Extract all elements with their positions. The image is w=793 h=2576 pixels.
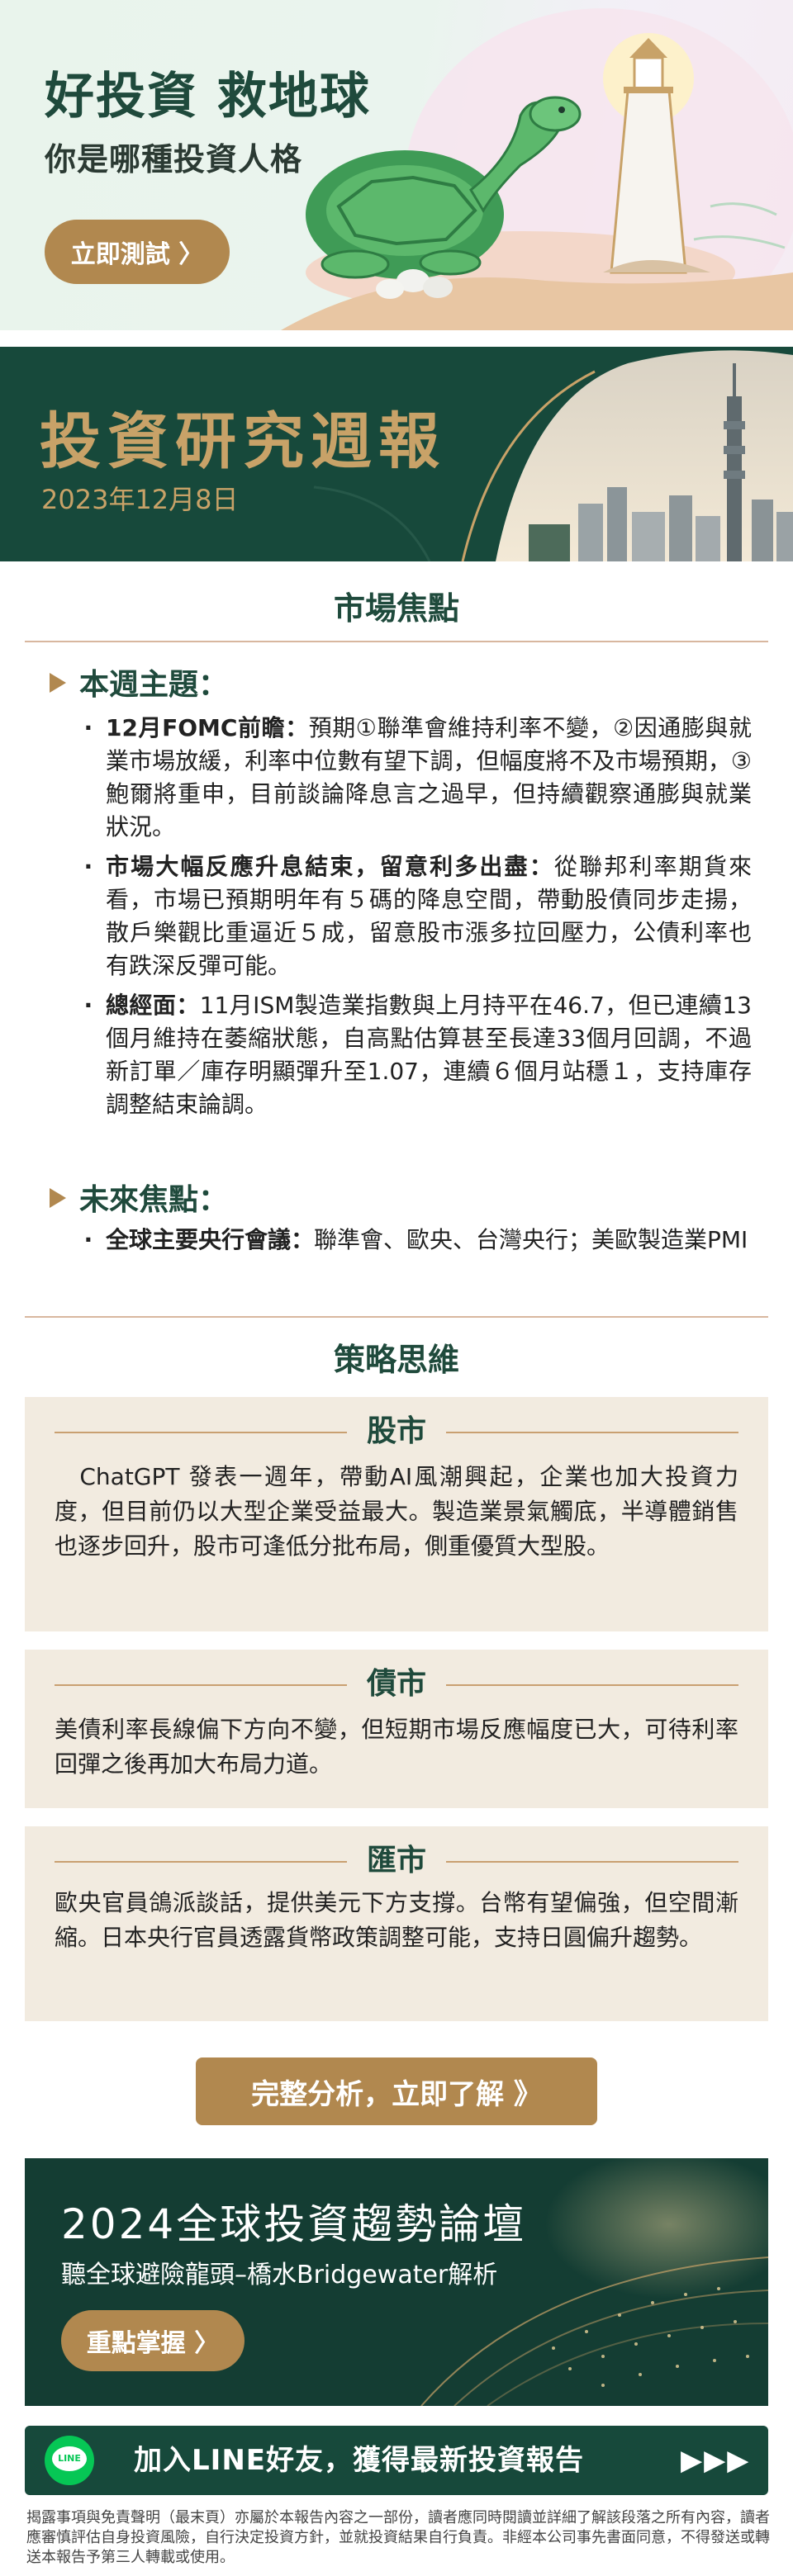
hero-title: 好投資 救地球	[45, 68, 371, 125]
box-title: 股市	[55, 1413, 738, 1450]
stock-market-box: 股市 ChatGPT 發表一週年，帶動AI風潮興起，企業也加大投資力度，但目前仍…	[25, 1397, 768, 1631]
hero-banner[interactable]: 好投資 救地球 你是哪種投資人格 立即測試 〉	[0, 0, 793, 330]
line-friend-bar[interactable]: LINE 加入LINE好友，獲得最新投資報告 ▶▶▶	[25, 2426, 768, 2495]
box-title: 債市	[55, 1666, 738, 1702]
divider	[25, 1316, 768, 1318]
this-week-topic-heading: 本週主題：	[50, 661, 228, 703]
line-bar-text: 加入LINE好友，獲得最新投資報告	[134, 2444, 584, 2477]
turtle-lighthouse-illustration	[281, 8, 793, 330]
forum-banner[interactable]: 2024全球投資趨勢論壇 聽全球避險龍頭–橋水Bridgewater解析 重點掌…	[25, 2158, 768, 2406]
box-text: 美債利率長線偏下方向不變，但短期市場反應幅度已大，可待利率回彈之後再加大布局力道…	[55, 1716, 738, 1778]
report-date: 2023年12月8日	[41, 484, 239, 515]
list-item: 總經面：11月ISM製造業指數與上月持平在46.7，但已連續13個月維持在萎縮狀…	[83, 989, 752, 1121]
key-points-button[interactable]: 重點掌握 〉	[61, 2310, 245, 2371]
this-week-list: 12月FOMC前瞻：預期①聯準會維持利率不變，②因通膨與就業市場放緩，利率中位數…	[83, 712, 752, 1128]
forum-subtitle: 聽全球避險龍頭–橋水Bridgewater解析	[61, 2261, 498, 2290]
triple-arrow-icon: ▶▶▶	[681, 2444, 751, 2477]
bond-market-box: 債市 美債利率長線偏下方向不變，但短期市場反應幅度已大，可待利率回彈之後再加大布…	[25, 1650, 768, 1808]
hero-subtitle: 你是哪種投資人格	[45, 141, 303, 178]
divider	[25, 641, 768, 642]
list-item: 12月FOMC前瞻：預期①聯準會維持利率不變，②因通膨與就業市場放緩，利率中位數…	[83, 712, 752, 844]
triangle-bullet-icon	[50, 673, 66, 693]
line-app-icon: LINE	[45, 2436, 94, 2485]
market-focus-heading: 市場焦點	[333, 590, 459, 627]
report-banner: 投資研究週報 2023年12月8日	[0, 347, 793, 561]
upcoming-list: 全球主要央行會議：聯準會、歐央、台灣央行；美歐製造業PMI	[83, 1224, 752, 1263]
forum-title: 2024全球投資趨勢論壇	[61, 2200, 527, 2248]
list-item: 市場大幅反應升息結束，留意利多出盡：從聯邦利率期貨來看，市場已預期明年有５碼的降…	[83, 850, 752, 983]
strategy-heading: 策略思維	[333, 1342, 459, 1378]
triangle-bullet-icon	[50, 1188, 66, 1208]
list-item: 全球主要央行會議：聯準會、歐央、台灣央行；美歐製造業PMI	[83, 1224, 752, 1257]
box-text: 歐央官員鴿派談話，提供美元下方支撐。台幣有望偏強，但空間漸縮。日本央行官員透露貨…	[55, 1889, 738, 1951]
take-test-button[interactable]: 立即測試 〉	[45, 220, 230, 284]
full-analysis-button[interactable]: 完整分析，立即了解 》	[196, 2057, 597, 2125]
report-title: 投資研究週報	[40, 406, 446, 477]
box-text: ChatGPT 發表一週年，帶動AI風潮興起，企業也加大投資力度，但目前仍以大型…	[55, 1463, 738, 1560]
upcoming-focus-heading: 未來焦點：	[50, 1176, 228, 1219]
fx-market-box: 匯市 歐央官員鴿派談話，提供美元下方支撐。台幣有望偏強，但空間漸縮。日本央行官員…	[25, 1826, 768, 2021]
disclaimer-text: 揭露事項與免責聲明（最末頁）亦屬於本報告內容之一部份，讀者應同時閱讀並詳細了解該…	[26, 2509, 770, 2566]
box-title: 匯市	[55, 1843, 738, 1879]
